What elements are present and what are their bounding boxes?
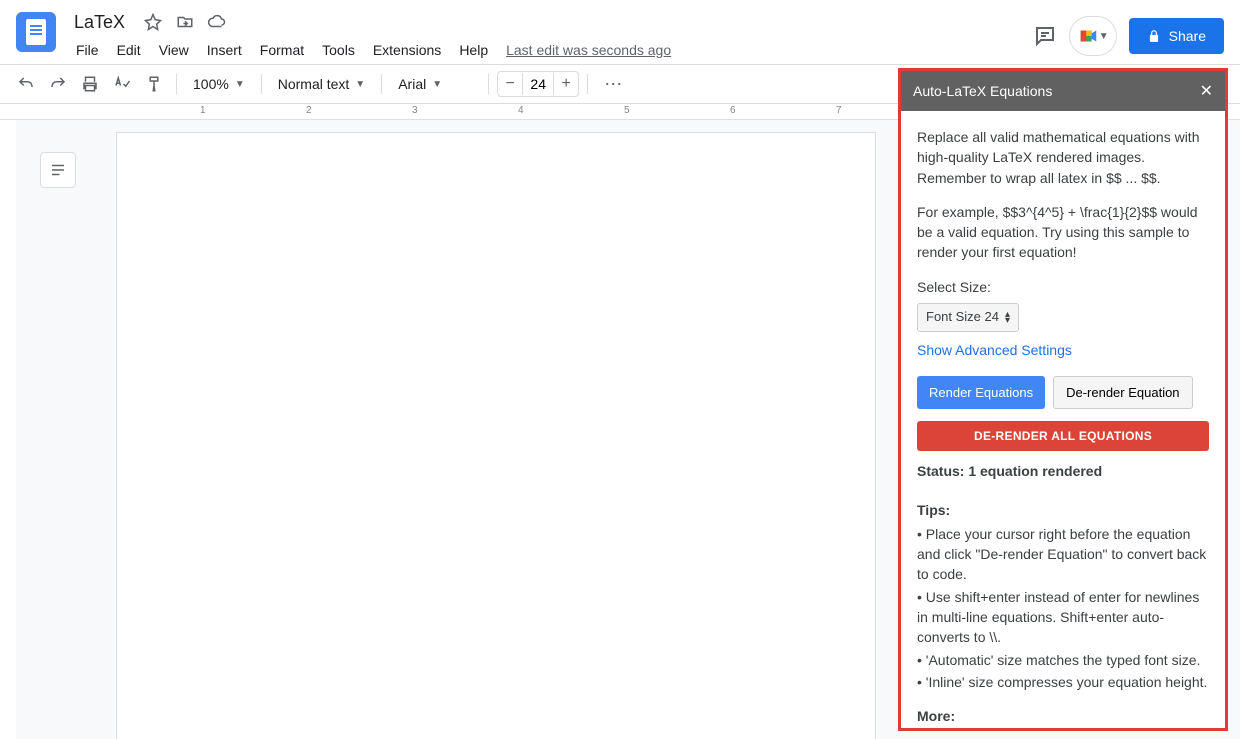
comments-icon[interactable] [1033,24,1057,48]
menu-format[interactable]: Format [252,38,312,62]
tip-item: • Use shift+enter instead of enter for n… [917,587,1209,648]
menu-bar: File Edit View Insert Format Tools Exten… [68,38,1033,62]
menu-extensions[interactable]: Extensions [365,38,449,62]
status-text: Status: 1 equation rendered [917,461,1209,481]
paint-format-icon[interactable] [140,70,168,98]
share-button[interactable]: Share [1129,18,1224,54]
derender-all-button[interactable]: DE-RENDER ALL EQUATIONS [917,421,1209,451]
document-title[interactable]: LaTeX [68,10,131,35]
redo-icon[interactable] [44,70,72,98]
zoom-select[interactable]: 100%▼ [185,72,253,96]
cloud-icon[interactable] [207,12,227,32]
undo-icon[interactable] [12,70,40,98]
size-select[interactable]: Font Size 24 ▴▾ [917,303,1019,332]
font-size-decrease[interactable]: − [498,72,522,96]
menu-view[interactable]: View [151,38,197,62]
close-icon[interactable]: ✕ [1200,81,1213,101]
print-icon[interactable] [76,70,104,98]
document-page[interactable] [116,132,876,739]
menu-file[interactable]: File [68,38,107,62]
menu-insert[interactable]: Insert [199,38,250,62]
tips-list: • Place your cursor right before the equ… [917,524,1209,692]
spellcheck-icon[interactable] [108,70,136,98]
sidebar-intro-1: Replace all valid mathematical equations… [917,127,1209,188]
font-size-value[interactable]: 24 [522,73,554,95]
tip-item: • 'Automatic' size matches the typed fon… [917,650,1209,670]
font-size-increase[interactable]: + [554,72,578,96]
style-select[interactable]: Normal text▼ [270,72,373,96]
render-equations-button[interactable]: Render Equations [917,376,1045,409]
meet-button[interactable]: ▼ [1069,16,1117,56]
sidebar-title: Auto-LaTeX Equations [913,83,1052,99]
size-label: Select Size: [917,277,1209,297]
menu-tools[interactable]: Tools [314,38,363,62]
last-edit-link[interactable]: Last edit was seconds ago [498,38,679,62]
docs-logo[interactable] [16,12,56,52]
share-label: Share [1169,28,1206,44]
chevron-down-icon: ▼ [1099,31,1109,42]
outline-toggle[interactable] [40,152,76,188]
more-heading: More: [917,706,1209,726]
derender-equation-button[interactable]: De-render Equation [1053,376,1192,409]
menu-edit[interactable]: Edit [109,38,149,62]
menu-help[interactable]: Help [451,38,496,62]
font-select[interactable]: Arial▼ [390,72,480,96]
move-icon[interactable] [175,12,195,32]
tips-heading: Tips: [917,500,1209,520]
tip-item: • 'Inline' size compresses your equation… [917,672,1209,692]
addon-sidebar: Auto-LaTeX Equations ✕ Replace all valid… [898,68,1228,731]
advanced-settings-link[interactable]: Show Advanced Settings [917,340,1209,360]
toolbar-more[interactable]: ⋯ [596,74,630,95]
sidebar-intro-2: For example, $$3^{4^5} + \frac{1}{2}$$ w… [917,202,1209,263]
star-icon[interactable] [143,12,163,32]
sidebar-header: Auto-LaTeX Equations ✕ [901,71,1225,111]
font-size-group: − 24 + [497,71,579,97]
tip-item: • Place your cursor right before the equ… [917,524,1209,585]
